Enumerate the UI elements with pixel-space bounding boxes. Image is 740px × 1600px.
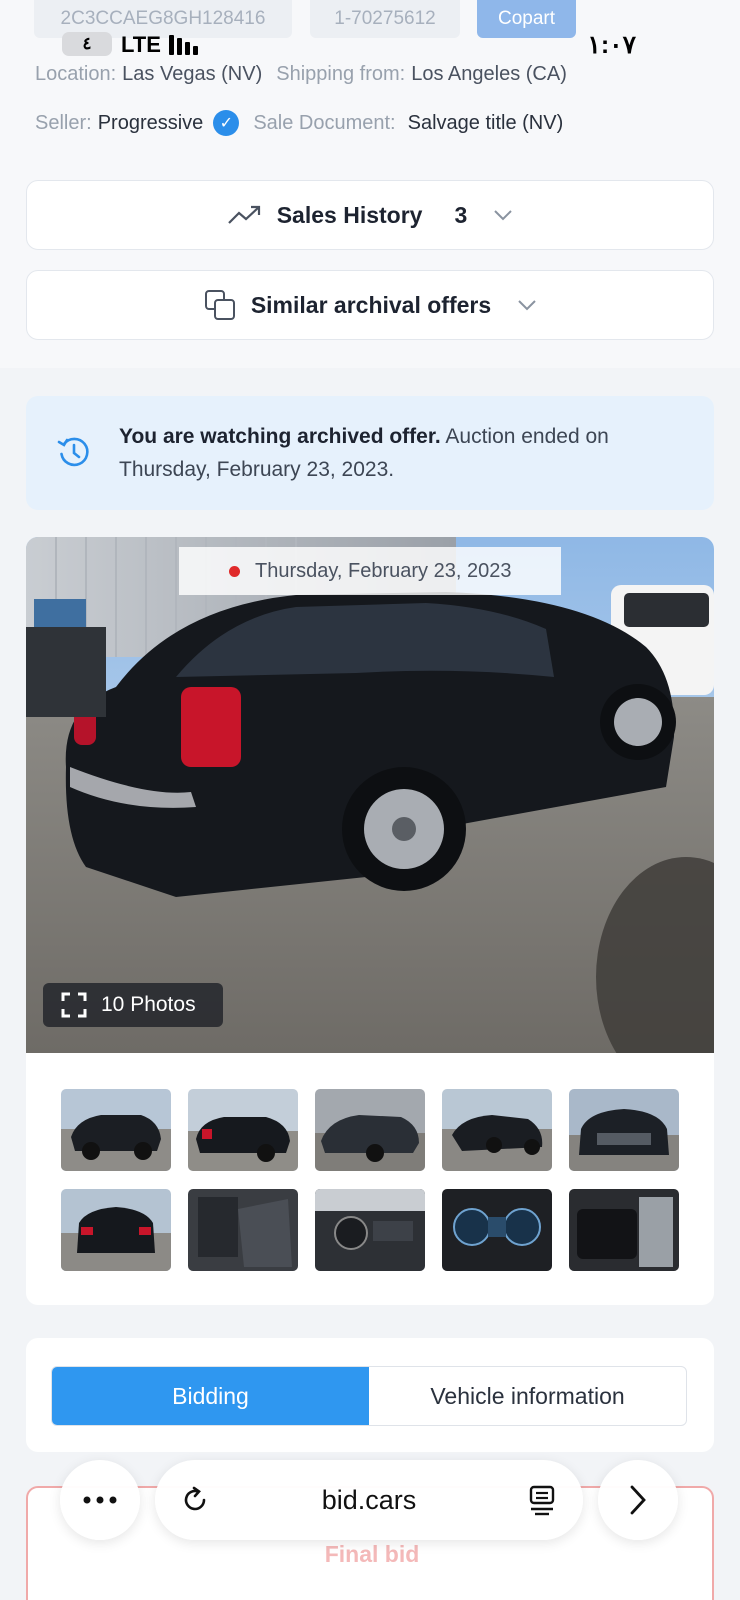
thumbnail-5[interactable] — [569, 1089, 679, 1171]
thumbnail-3[interactable] — [315, 1089, 425, 1171]
status-time: ١:٠٧ — [587, 31, 636, 59]
archived-offer-notice: You are watching archived offer. Auction… — [26, 396, 714, 510]
details-tabs: Bidding Vehicle information — [51, 1366, 687, 1426]
status-bar: ٤ LTE ١:٠٧ — [0, 28, 740, 62]
verified-badge-icon: ✓ — [213, 110, 240, 136]
forward-button[interactable] — [598, 1460, 678, 1540]
sales-history-count: 3 — [454, 201, 468, 228]
photo-gallery: Thursday, February 23, 2023 10 Photos — [26, 537, 714, 1305]
sales-history-label: Sales History — [276, 201, 423, 228]
tab-vehicle-information[interactable]: Vehicle information — [369, 1367, 686, 1425]
history-icon — [57, 437, 89, 467]
thumbnail-1[interactable] — [61, 1089, 171, 1171]
trend-up-icon — [227, 205, 260, 224]
similar-offers-label: Similar archival offers — [250, 291, 492, 318]
shipping-label: Shipping from: — [276, 63, 406, 85]
auction-date-overlay: Thursday, February 23, 2023 — [179, 547, 561, 595]
more-dots-icon — [83, 1496, 117, 1504]
seller-row: Seller: Progressive ✓ Sale Document: Sal… — [35, 110, 563, 136]
url-text: bid.cars — [321, 1484, 417, 1515]
shipping-value: Los Angeles (CA) — [411, 63, 567, 85]
seller-value: Progressive — [97, 111, 204, 134]
chevron-down-icon — [493, 205, 513, 226]
thumbnail-10[interactable] — [569, 1189, 679, 1271]
chevron-down-icon — [517, 295, 537, 316]
thumbnail-4[interactable] — [442, 1089, 552, 1171]
more-options-button[interactable] — [60, 1460, 140, 1540]
notice-message: You are watching archived offer. Auction… — [119, 420, 679, 486]
auction-date: Thursday, February 23, 2023 — [255, 559, 512, 582]
signal-icon — [169, 35, 198, 55]
photos-count-label: 10 Photos — [101, 993, 196, 1016]
document-value: Salvage title (NV) — [407, 111, 564, 134]
similar-offers-toggle[interactable]: Similar archival offers — [26, 270, 714, 340]
live-dot-icon — [229, 566, 240, 577]
tab-bidding[interactable]: Bidding — [52, 1367, 369, 1425]
fullscreen-icon — [61, 992, 87, 1018]
address-bar[interactable]: bid.cars — [155, 1460, 583, 1540]
network-indicator: LTE — [121, 32, 161, 57]
location-label: Location: — [35, 63, 117, 85]
main-vehicle-photo[interactable]: Thursday, February 23, 2023 10 Photos — [26, 537, 714, 1053]
thumbnail-7[interactable] — [188, 1189, 298, 1271]
location-value: Las Vegas (NV) — [122, 63, 263, 85]
view-photos-button[interactable]: 10 Photos — [43, 983, 223, 1027]
seller-label: Seller: — [35, 111, 92, 134]
thumbnail-8[interactable] — [315, 1189, 425, 1271]
vehicle-header: 2C3CCAEG8GH128416 1-70275612 Copart ٤ LT… — [0, 0, 740, 368]
copy-icon — [204, 290, 235, 320]
thumbnail-2[interactable] — [188, 1089, 298, 1171]
thumbnail-9[interactable] — [442, 1189, 552, 1271]
reader-mode-icon[interactable] — [527, 1484, 557, 1516]
location-row: Location: Las Vegas (NV) Shipping from: … — [35, 63, 567, 86]
browser-toolbar: bid.cars — [0, 1455, 740, 1555]
thumbnail-6[interactable] — [61, 1189, 171, 1271]
document-label: Sale Document: — [253, 111, 396, 134]
status-clock-badge: ٤ — [62, 32, 112, 56]
chevron-right-icon — [630, 1485, 646, 1515]
sales-history-toggle[interactable]: Sales History 3 — [26, 180, 714, 250]
notice-bold-text: You are watching archived offer. — [119, 425, 441, 448]
thumbnail-grid — [61, 1089, 679, 1271]
details-tabs-card: Bidding Vehicle information — [26, 1338, 714, 1452]
